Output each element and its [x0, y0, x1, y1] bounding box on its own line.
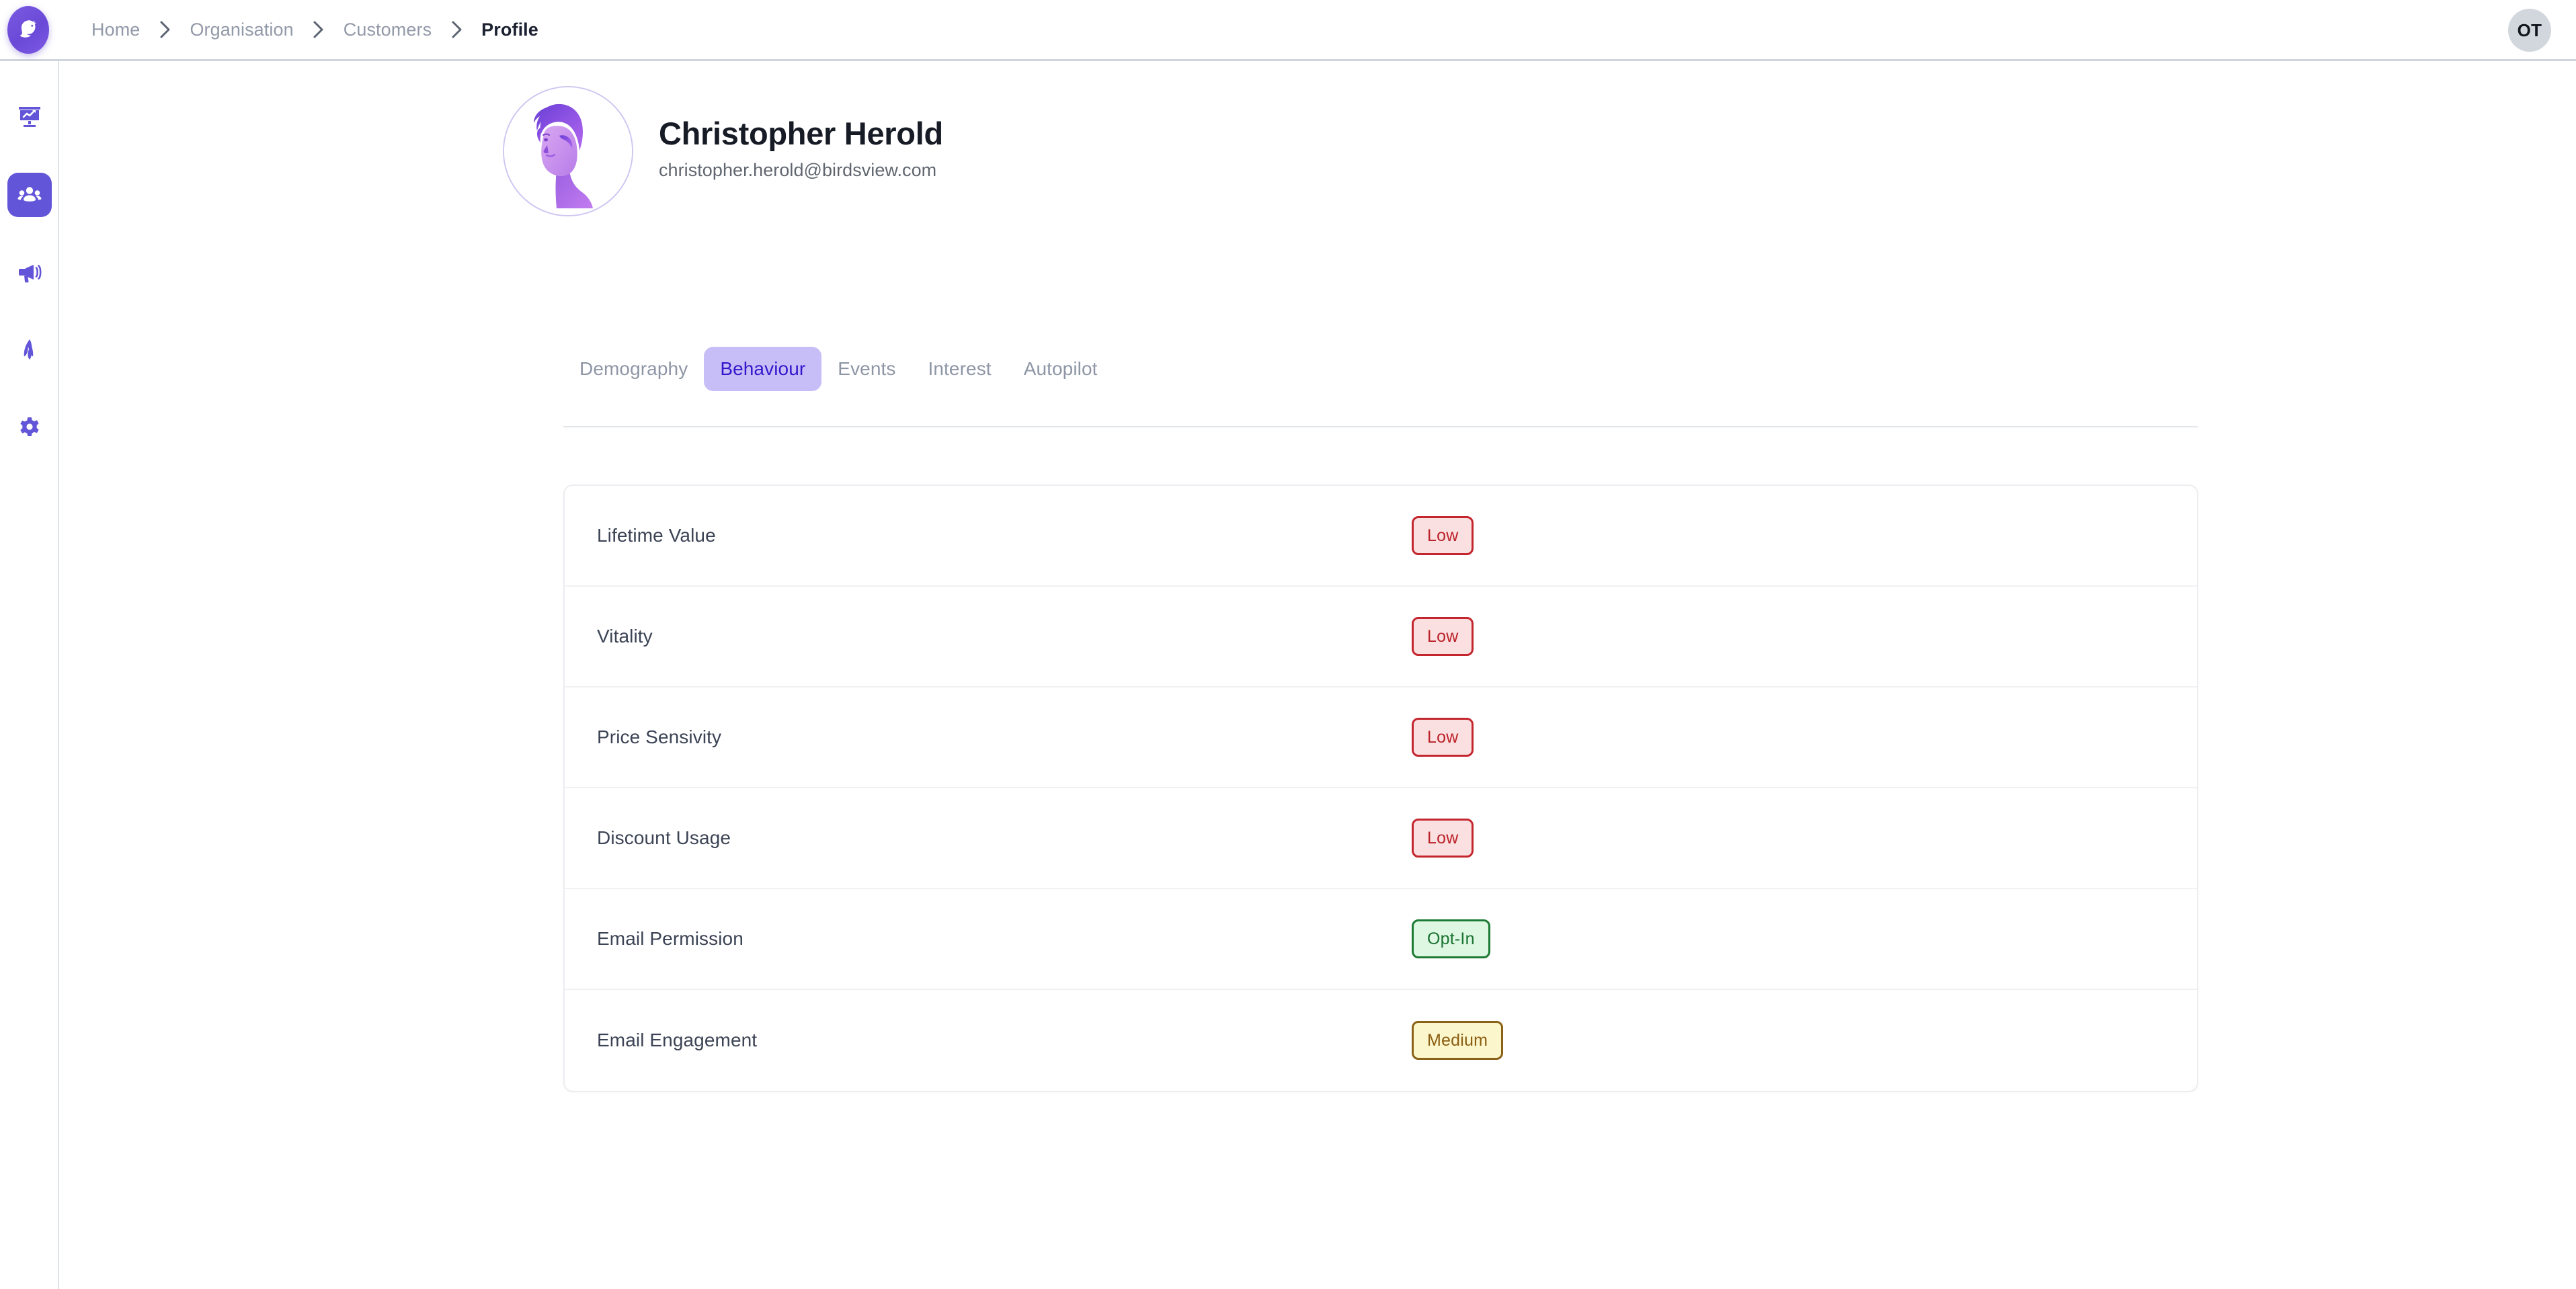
- attribute-label: Discount Usage: [597, 827, 731, 848]
- user-avatar[interactable]: OT: [2508, 9, 2551, 52]
- tab-events[interactable]: Events: [821, 347, 912, 391]
- attribute-label: Price Sensivity: [597, 726, 722, 747]
- status-badge: Low: [1412, 718, 1474, 757]
- chevron-right-icon: [140, 20, 190, 39]
- attribute-label: Email Engagement: [597, 1030, 758, 1050]
- sidebar: [0, 61, 59, 1289]
- profile-tabs: Demography Behaviour Events Interest Aut…: [563, 347, 1114, 391]
- tab-behaviour[interactable]: Behaviour: [704, 347, 822, 391]
- table-row: Email Permission Opt-In: [565, 889, 2197, 990]
- gear-icon: [16, 413, 43, 440]
- page-title: Christopher Herold: [659, 116, 943, 152]
- attribute-label: Lifetime Value: [597, 525, 716, 546]
- behaviour-attributes-card: Lifetime Value Low Vitality Low Price Se…: [563, 485, 2198, 1092]
- status-badge: Opt-In: [1412, 919, 1490, 958]
- sidebar-item-automation[interactable]: [7, 327, 52, 372]
- breadcrumb-item-profile: Profile: [481, 19, 538, 40]
- sidebar-item-campaigns[interactable]: [7, 250, 52, 294]
- sidebar-item-settings[interactable]: [7, 405, 52, 449]
- attribute-label: Email Permission: [597, 928, 743, 949]
- sidebar-item-analytics[interactable]: [7, 95, 52, 140]
- status-badge: Low: [1412, 819, 1474, 858]
- status-badge: Low: [1412, 516, 1474, 555]
- table-row: Lifetime Value Low: [565, 486, 2197, 587]
- status-badge: Low: [1412, 617, 1474, 656]
- megaphone-icon: [16, 259, 43, 286]
- tabs-divider: [563, 426, 2198, 427]
- rocket-icon: [16, 336, 43, 363]
- bird-logo-icon[interactable]: [7, 6, 49, 54]
- status-badge: Medium: [1412, 1021, 1504, 1060]
- attribute-label: Vitality: [597, 626, 653, 647]
- analytics-board-icon: [16, 104, 43, 131]
- tab-interest[interactable]: Interest: [912, 347, 1008, 391]
- tab-autopilot[interactable]: Autopilot: [1008, 347, 1114, 391]
- profile-header: Christopher Herold christopher.herold@bi…: [503, 86, 943, 216]
- breadcrumb-item-customers[interactable]: Customers: [344, 19, 432, 40]
- breadcrumb-item-organisation[interactable]: Organisation: [190, 19, 293, 40]
- chevron-right-icon: [294, 20, 344, 39]
- breadcrumb: Home Organisation Customers Profile: [91, 0, 538, 59]
- table-row: Discount Usage Low: [565, 788, 2197, 889]
- profile-email: christopher.herold@birdsview.com: [659, 159, 937, 180]
- table-row: Price Sensivity Low: [565, 688, 2197, 788]
- tab-demography[interactable]: Demography: [563, 347, 704, 391]
- sidebar-item-customers[interactable]: [7, 173, 52, 217]
- table-row: Email Engagement Medium: [565, 990, 2197, 1091]
- breadcrumb-item-home[interactable]: Home: [91, 19, 140, 40]
- top-bar: Home Organisation Customers Profile OT: [0, 0, 2576, 61]
- user-portrait-illustration: [503, 86, 633, 216]
- users-group-icon: [16, 181, 43, 208]
- chevron-right-icon: [432, 20, 481, 39]
- main-content: Christopher Herold christopher.herold@bi…: [61, 61, 2576, 1289]
- table-row: Vitality Low: [565, 587, 2197, 688]
